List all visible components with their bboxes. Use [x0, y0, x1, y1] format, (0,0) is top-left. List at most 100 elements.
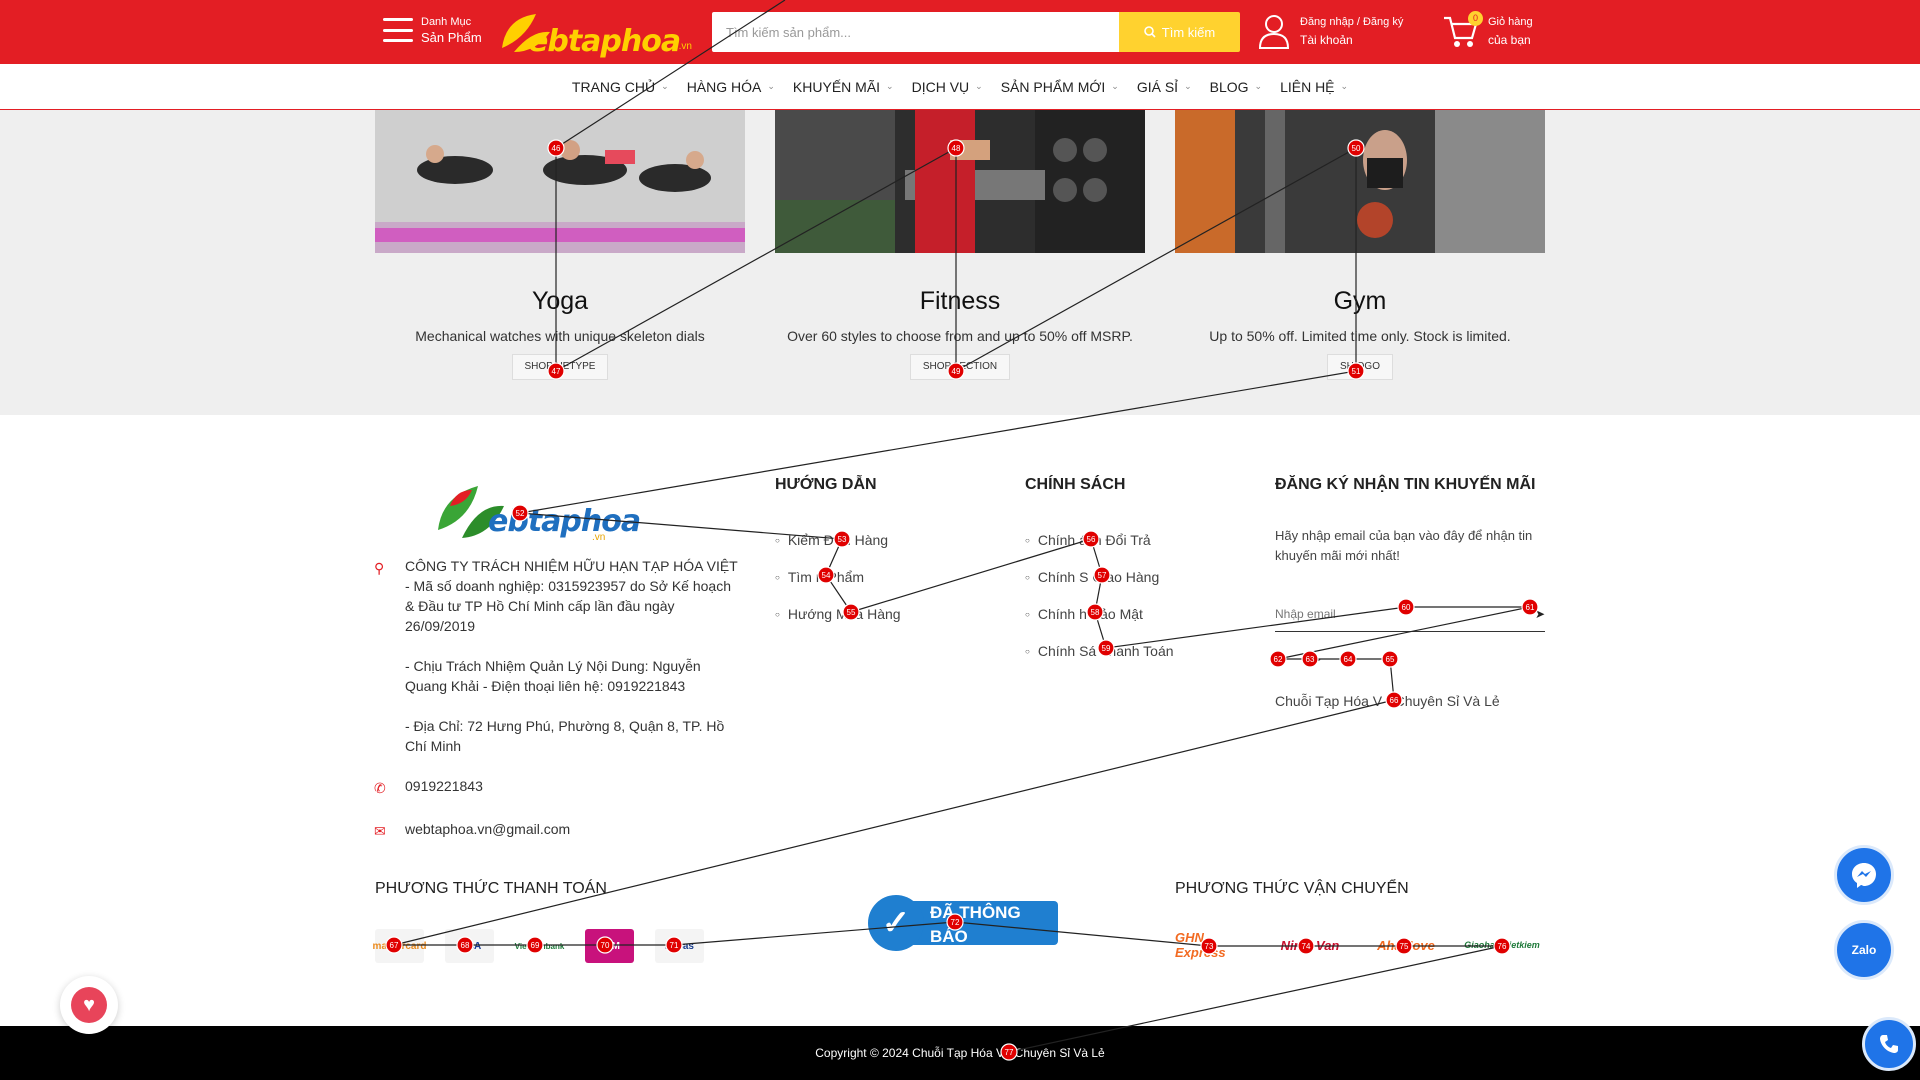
nav-label: KHUYẾN MÃI: [792, 78, 881, 95]
phone-number: 0919221843: [405, 778, 483, 794]
send-icon[interactable]: ➤: [1535, 607, 1545, 621]
guide-title: HƯỚNG DẪN: [775, 476, 877, 493]
mastercard-logo: mastercard: [373, 929, 426, 963]
yoga-photo: [375, 110, 745, 253]
collection-desc: Mechanical watches with unique skeleton …: [415, 328, 705, 344]
nav-item-home[interactable]: TRANG CHỦ ⌄: [572, 79, 669, 95]
contact-email[interactable]: ✉ webtaphoa.vn@gmail.com: [374, 819, 744, 839]
chevron-down-icon: ⌄: [886, 81, 894, 91]
shop-button[interactable]: SHOP HETYPE: [511, 354, 609, 380]
cart-text: Giỏ hàng của bạn: [1488, 13, 1533, 49]
account-text: Đăng nhập / Đăng ký Tài khoản: [1300, 13, 1403, 49]
collection-card-fitness: Fitness Over 60 styles to choose from an…: [775, 110, 1145, 380]
site-logo[interactable]: ebtaphoa .vn: [492, 8, 692, 59]
ghn-logo: GHN Express: [1175, 930, 1226, 960]
heart-icon: ♥: [71, 987, 107, 1023]
check-icon: ✓: [868, 895, 924, 951]
policy-item[interactable]: Chính Sá Thanh Toán: [1025, 641, 1174, 678]
nav-item-goods[interactable]: HÀNG HÓA ⌄: [687, 79, 775, 95]
policy-item[interactable]: Chính ách Đổi Trả: [1025, 530, 1174, 567]
search-button[interactable]: Tìm kiếm: [1119, 12, 1240, 52]
yoga-image[interactable]: [375, 110, 745, 253]
youtube-icon[interactable]: ▶: [1302, 649, 1330, 669]
collection-desc: Up to 50% off. Limited time only. Stock …: [1209, 328, 1511, 344]
guide-list: Kiểm Đơn Hàng Tìm n Phẩm Hướng Mua Hàng: [775, 530, 901, 641]
guide-item[interactable]: Tìm n Phẩm: [775, 567, 901, 604]
policy-list: Chính ách Đổi Trả Chính S Giao Hàng Chín…: [1025, 530, 1174, 678]
chevron-down-icon: ⌄: [1254, 81, 1263, 91]
hamburger-icon: [383, 18, 413, 42]
user-icon: [1258, 15, 1290, 49]
nav-label: BLOG: [1209, 78, 1249, 95]
messenger-button[interactable]: [1834, 845, 1894, 905]
zalo-icon: Zalo: [1851, 943, 1877, 957]
nav-item-contact[interactable]: LIÊN HỆ ⌄: [1280, 79, 1348, 95]
bo-cong-thuong-badge[interactable]: ĐÃ THÔNG BÁO BỘ CÔNG THƯƠNG ✓: [868, 893, 1058, 963]
gym-image[interactable]: [1175, 110, 1545, 253]
collections-section: Yoga Mechanical watches with unique skel…: [0, 110, 1920, 415]
ahamove-logo: AhaMove: [1377, 937, 1435, 953]
top-header: Danh Mục Sản Phẩm ebtaphoa .vn Tìm kiếm …: [0, 0, 1920, 64]
category-menu-small: Danh Mục: [421, 16, 472, 28]
cart-link[interactable]: 0 Giỏ hàng của bạn: [1442, 11, 1533, 49]
copyright-bar: Copyright © 2024 Chuỗi Tạp Hóa V - Chuyê…: [0, 1026, 1920, 1080]
footer-logo[interactable]: ebtaphoa .vn: [432, 476, 641, 548]
company-info: CÔNG TY TRÁCH NHIỆM HỮU HẠN TẠP HÓA VIỆT…: [405, 558, 738, 634]
category-menu-button[interactable]: Danh Mục Sản Phẩm: [383, 14, 482, 46]
payment-title: PHƯƠNG THỨC THANH TOÁN: [375, 880, 607, 897]
chevron-down-icon: ⌄: [1340, 81, 1349, 91]
policy-title: CHÍNH SÁCH: [1025, 476, 1126, 493]
nav-item-new-products[interactable]: SẢN PHẨM MỚI ⌄: [1001, 79, 1119, 95]
nav-label: LIÊN HỆ: [1280, 78, 1335, 95]
nav-item-wholesale[interactable]: GIÁ SỈ ⌄: [1137, 79, 1192, 95]
fitness-image[interactable]: [775, 110, 1145, 253]
gym-photo: [1175, 110, 1545, 253]
newsletter-form: ➤: [1275, 596, 1545, 632]
bct-line1: ĐÃ THÔNG BÁO: [930, 903, 1021, 946]
collection-title: Yoga: [531, 287, 589, 315]
brand-tagline: Chuỗi Tạp Hóa V - Chuyên Sỉ Và Lẻ: [1275, 693, 1500, 709]
nav-item-promotions[interactable]: KHUYẾN MÃI ⌄: [793, 79, 894, 95]
nav-label: HÀNG HÓA: [686, 78, 762, 95]
nav-item-blog[interactable]: BLOG ⌄: [1210, 79, 1262, 95]
search-input[interactable]: [712, 12, 1119, 52]
category-menu-big: Sản Phẩm: [421, 30, 482, 45]
guide-item[interactable]: Kiểm Đơn Hàng: [775, 530, 901, 567]
account-link[interactable]: Đăng nhập / Đăng ký Tài khoản: [1258, 13, 1403, 49]
chevron-down-icon: ⌄: [1184, 81, 1192, 91]
favorites-button[interactable]: ♥: [60, 976, 118, 1034]
bct-panel: ĐÃ THÔNG BÁO BỘ CÔNG THƯƠNG: [912, 901, 1058, 963]
shop-button[interactable]: SHOP LECTION: [909, 354, 1011, 380]
atm-logo: ATM: [585, 929, 634, 963]
social-links: ♪ ▶ ✦ f: [1268, 649, 1398, 669]
logo-vn: .vn: [678, 41, 692, 52]
account-small: Đăng nhập / Đăng ký: [1300, 16, 1404, 28]
chevron-down-icon: ⌄: [1111, 81, 1119, 91]
zalo-button[interactable]: Zalo: [1834, 920, 1894, 980]
messenger-icon: [1852, 863, 1876, 888]
policy-item[interactable]: Chính S Giao Hàng: [1025, 567, 1174, 604]
guide-item[interactable]: Hướng Mua Hàng: [775, 604, 901, 641]
facebook-icon[interactable]: f: [1370, 649, 1398, 669]
collection-title: Fitness: [919, 287, 1001, 315]
map-pin-icon: ⚲: [374, 560, 385, 576]
ninjavan-logo: Ninja Van: [1280, 937, 1340, 953]
email-address: webtaphoa.vn@gmail.com: [405, 821, 571, 837]
bct-line2: BỘ CÔNG THƯƠNG: [930, 949, 1045, 963]
main-nav: TRANG CHỦ ⌄ HÀNG HÓA ⌄ KHUYẾN MÃI ⌄ DỊCH VỤ…: [0, 64, 1920, 110]
contact-phone[interactable]: ✆ 0919221843: [374, 776, 744, 796]
call-button[interactable]: [1862, 1017, 1916, 1071]
footer-logo-text: ebtaphoa: [488, 504, 641, 539]
tiktok-icon[interactable]: ♪: [1268, 649, 1296, 669]
address-info: - Địa Chỉ: 72 Hưng Phú, Phường 8, Quận 8…: [405, 718, 725, 754]
collection-desc: Over 60 styles to choose from and up to …: [787, 328, 1133, 344]
contact-company: ⚲ CÔNG TY TRÁCH NHIỆM HỮU HẠN TẠP HÓA VI…: [374, 556, 744, 756]
policy-item[interactable]: Chính h Bảo Mật: [1025, 604, 1174, 641]
nav-item-services[interactable]: DỊCH VỤ ⌄: [912, 79, 983, 95]
shop-button[interactable]: SH OGO: [1326, 354, 1393, 380]
email-field[interactable]: [1275, 606, 1535, 621]
payment-logos: mastercard VISA Vietcombank ATM napas: [373, 929, 704, 963]
chevron-down-icon: ⌄: [767, 81, 775, 91]
category-menu-label: Danh Mục Sản Phẩm: [421, 14, 482, 46]
twitter-icon[interactable]: ✦: [1336, 649, 1364, 669]
